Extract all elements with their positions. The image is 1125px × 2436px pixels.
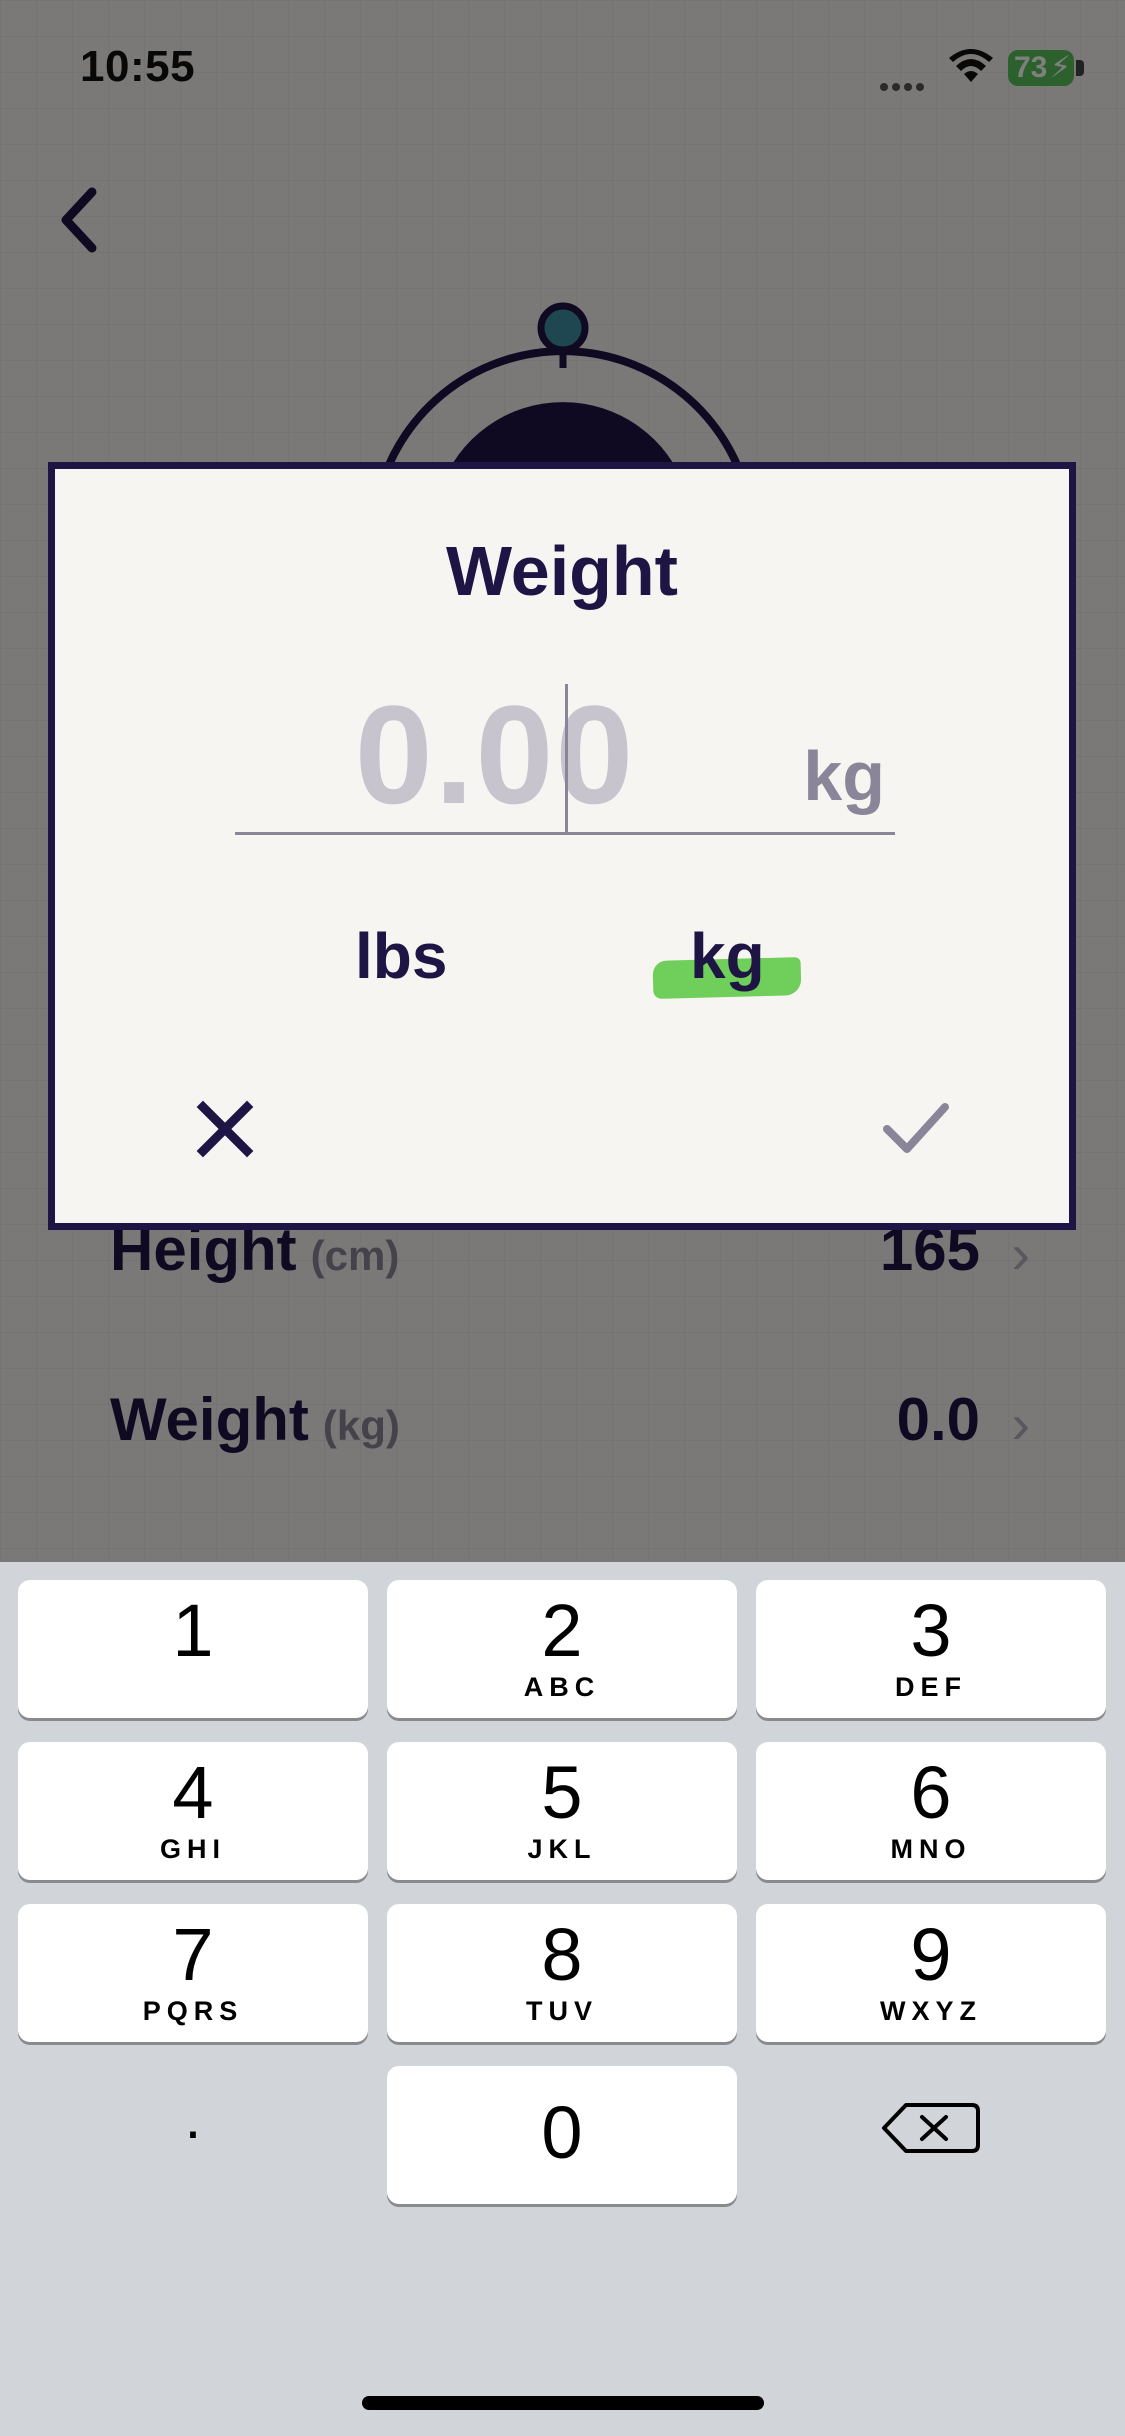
key-0[interactable]: 0	[387, 2066, 737, 2204]
confirm-check-icon[interactable]	[875, 1089, 955, 1169]
key-9[interactable]: 9 WXYZ	[756, 1904, 1106, 2042]
key-2[interactable]: 2 ABC	[387, 1580, 737, 1718]
weight-input-unit: kg	[803, 737, 885, 815]
unit-option-lbs[interactable]: lbs	[355, 919, 447, 993]
weight-dialog: Weight 0.00 kg lbs kg	[48, 462, 1076, 1230]
delete-backspace-icon[interactable]	[756, 2058, 1106, 2196]
key-6[interactable]: 6 MNO	[756, 1742, 1106, 1880]
key-3[interactable]: 3 DEF	[756, 1580, 1106, 1718]
text-caret	[565, 684, 568, 834]
key-8[interactable]: 8 TUV	[387, 1904, 737, 2042]
numeric-keypad: 1 2 ABC 3 DEF 4 GHI 5 JKL 6 MNO 7 PQRS 8…	[0, 1562, 1125, 2436]
key-1[interactable]: 1	[18, 1580, 368, 1718]
weight-input-value: 0.00	[354, 676, 636, 833]
dialog-title: Weight	[445, 532, 678, 610]
key-4[interactable]: 4 GHI	[18, 1742, 368, 1880]
cancel-close-icon[interactable]	[185, 1089, 265, 1169]
key-7[interactable]: 7 PQRS	[18, 1904, 368, 2042]
weight-input[interactable]: 0.00 kg	[235, 676, 895, 835]
key-5[interactable]: 5 JKL	[387, 1742, 737, 1880]
unit-option-kg[interactable]: kg	[690, 919, 765, 993]
input-underline	[235, 832, 895, 835]
home-indicator	[362, 2396, 764, 2410]
key-decimal-point[interactable]: .	[18, 2058, 368, 2196]
